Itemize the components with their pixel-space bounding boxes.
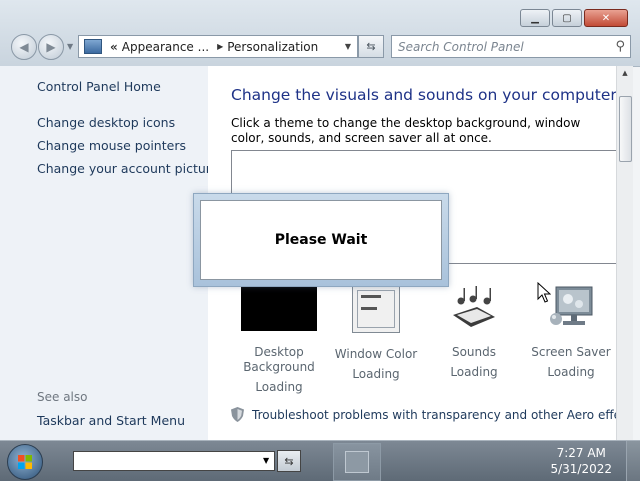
change-desktop-icons-link[interactable]: Change desktop icons (37, 115, 175, 130)
taskbar: ▼ ⇆ 7:27 AM 5/31/2022 (0, 440, 640, 481)
control-panel-home-link[interactable]: Control Panel Home (37, 79, 161, 94)
taskbar-start-menu-link[interactable]: Taskbar and Start Menu (37, 413, 185, 428)
screen-saver-tile[interactable]: Screen Saver Loading (521, 285, 616, 379)
breadcrumb-appearance[interactable]: Appearance ... (122, 40, 209, 54)
see-also-heading: See also (37, 390, 88, 404)
taskbar-address-input[interactable] (73, 451, 275, 471)
tile-label: Window Color (334, 347, 418, 361)
window-color-icon (352, 285, 400, 333)
sounds-icon (449, 285, 499, 331)
tile-status: Loading (547, 365, 595, 379)
windows-logo-icon (18, 455, 32, 469)
page-title: Change the visuals and sounds on your co… (231, 86, 616, 104)
dialog-message: Please Wait (274, 232, 368, 248)
mouse-cursor-icon (537, 282, 551, 303)
breadcrumb-personalization[interactable]: Personalization (227, 40, 318, 54)
please-wait-dialog: Please Wait (193, 193, 449, 287)
change-account-picture-link[interactable]: Change your account picture (37, 161, 218, 176)
tile-status: Loading (352, 367, 400, 381)
search-input[interactable]: Search Control Panel (398, 40, 524, 54)
aero-troubleshoot-link[interactable]: Troubleshoot problems with transparency … (231, 407, 616, 422)
recent-pages-dropdown-icon[interactable]: ▼ (67, 42, 73, 51)
breadcrumb-chevron-icon[interactable]: ▶ (217, 42, 223, 51)
back-arrow-icon: ◀ (19, 40, 29, 54)
start-button[interactable] (7, 444, 43, 480)
window-color-tile[interactable]: Window Color Loading (326, 285, 426, 381)
tile-label: Sounds (451, 345, 497, 359)
screen-saver-icon (546, 285, 596, 331)
shield-icon (231, 407, 244, 422)
close-button[interactable]: ✕ (584, 9, 628, 27)
caption-buttons: ▁ ▢ ✕ (518, 9, 628, 27)
sounds-tile[interactable]: Sounds Loading (424, 285, 524, 379)
desktop-background-thumbnail (241, 285, 317, 331)
vertical-scrollbar[interactable]: ▲ (616, 66, 633, 440)
search-icon[interactable]: ⚲ (615, 39, 625, 54)
control-panel-icon (84, 39, 102, 54)
back-button[interactable]: ◀ (11, 34, 37, 60)
scrollbar-thumb[interactable] (619, 96, 632, 162)
tile-label: Desktop Background (243, 345, 315, 374)
desktop-background-tile[interactable]: Desktop Background Loading (229, 285, 329, 394)
search-box[interactable]: Search Control Panel ⚲ (391, 35, 631, 58)
show-desktop-button[interactable] (626, 441, 640, 481)
dialog-body: Please Wait (200, 200, 442, 280)
control-panel-taskbar-icon (345, 451, 369, 473)
minimize-button[interactable]: ▁ (520, 9, 550, 27)
aero-troubleshoot-label: Troubleshoot problems with transparency … (252, 407, 616, 422)
refresh-button[interactable]: ⇆ (358, 35, 384, 58)
tile-label: Screen Saver (531, 345, 611, 359)
address-dropdown-icon[interactable]: ▼ (345, 42, 351, 51)
address-bar[interactable]: « Appearance ... ▶ Personalization ▼ (78, 35, 358, 58)
forward-arrow-icon: ▶ (46, 40, 56, 54)
taskbar-control-panel-button[interactable] (333, 443, 381, 481)
window-chrome: ▁ ▢ ✕ ◀ ▶ ▼ « Appearance ... ▶ Personali… (0, 0, 640, 67)
system-clock[interactable]: 7:27 AM 5/31/2022 (550, 445, 612, 477)
refresh-icon: ⇆ (284, 454, 294, 468)
taskbar-go-button[interactable]: ⇆ (277, 450, 301, 472)
clock-date: 5/31/2022 (550, 462, 612, 476)
control-panel-window: ▁ ▢ ✕ ◀ ▶ ▼ « Appearance ... ▶ Personali… (0, 0, 640, 440)
tile-status: Loading (450, 365, 498, 379)
refresh-icon: ⇆ (366, 40, 376, 53)
theme-instructions: Click a theme to change the desktop back… (231, 116, 581, 145)
clock-time: 7:27 AM (556, 446, 606, 460)
scroll-up-icon[interactable]: ▲ (617, 66, 633, 80)
maximize-button[interactable]: ▢ (552, 9, 582, 27)
breadcrumb-overflow[interactable]: « (110, 40, 118, 54)
tile-status: Loading (255, 380, 303, 394)
left-navigation-pane: Control Panel Home Change desktop icons … (0, 66, 218, 440)
forward-button[interactable]: ▶ (38, 34, 64, 60)
change-mouse-pointers-link[interactable]: Change mouse pointers (37, 138, 186, 153)
taskbar-address-dropdown-icon[interactable]: ▼ (263, 456, 269, 465)
